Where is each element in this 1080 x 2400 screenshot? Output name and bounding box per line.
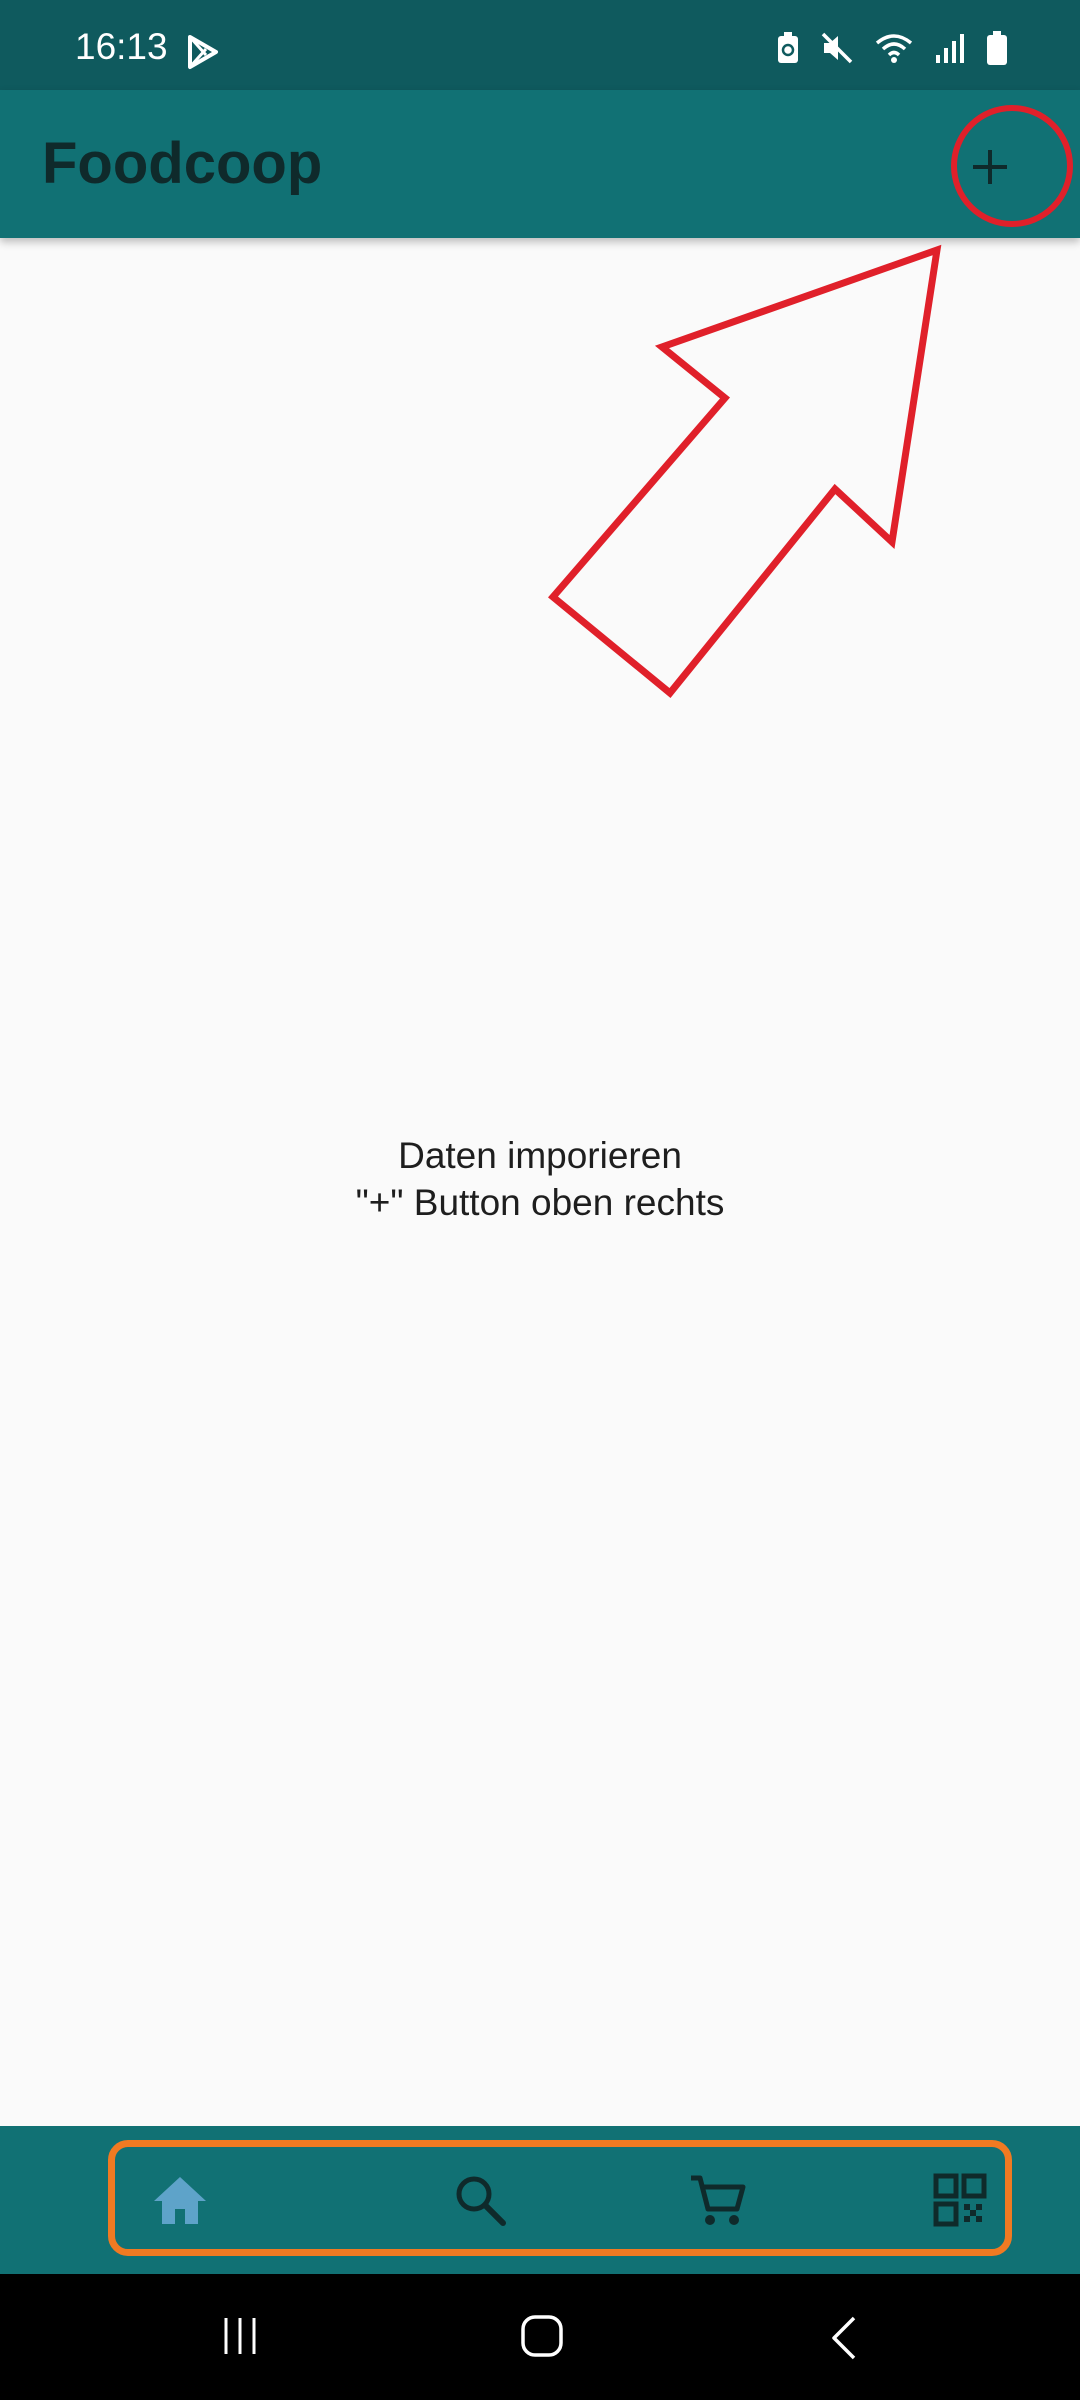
signal-icon (934, 31, 966, 70)
system-nav-bar (0, 2274, 1080, 2400)
nav-cart[interactable] (686, 2168, 750, 2232)
battery-saver-icon (776, 31, 800, 70)
wifi-icon (874, 31, 914, 70)
status-icons (776, 30, 1008, 71)
back-icon[interactable] (826, 2314, 862, 2367)
mute-icon (820, 31, 854, 70)
status-bar: 16:13 (0, 0, 1080, 90)
nav-qr[interactable] (928, 2168, 992, 2232)
qr-code-icon (933, 2173, 987, 2227)
empty-state-line1: Daten imporieren (398, 1135, 682, 1176)
cart-icon (691, 2175, 746, 2225)
home-button-icon[interactable] (520, 2314, 564, 2363)
empty-state-line2: "+" Button oben rechts (355, 1182, 725, 1223)
nav-search[interactable] (448, 2168, 512, 2232)
nav-home[interactable] (148, 2168, 212, 2232)
status-time: 16:13 (75, 26, 168, 67)
annotation-frame (108, 2140, 1012, 2256)
recent-apps-icon[interactable] (220, 2314, 260, 2363)
app-title: Foodcoop (42, 131, 323, 196)
bottom-nav (0, 2126, 1080, 2274)
empty-state-message: Daten imporieren "+" Button oben rechts (0, 1132, 1080, 1226)
home-icon (154, 2177, 206, 2224)
annotation-arrow (548, 244, 942, 698)
search-icon (456, 2176, 506, 2226)
app-bar: Foodcoop (0, 90, 1080, 238)
play-store-icon (186, 34, 220, 75)
battery-icon (986, 30, 1008, 71)
annotation-circle (951, 105, 1073, 227)
